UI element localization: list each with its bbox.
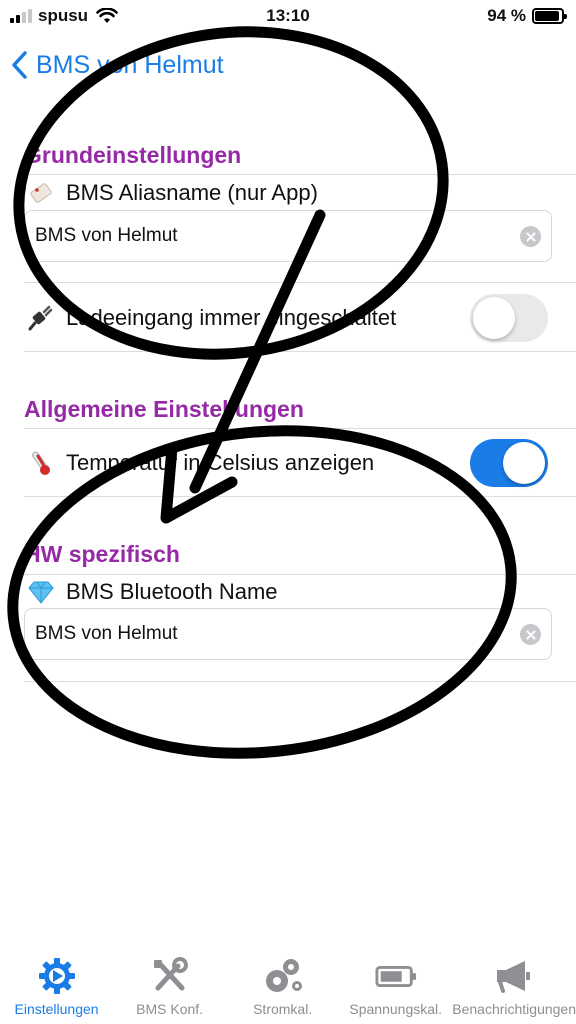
alias-name-label-row: BMS Aliasname (nur App) <box>26 176 318 210</box>
tab-bms-konf[interactable]: BMS Konf. <box>113 945 226 1024</box>
tab-label: BMS Konf. <box>136 1001 204 1017</box>
tab-stromkal[interactable]: Stromkal. <box>226 945 339 1024</box>
plug-icon <box>26 303 56 333</box>
alias-name-field[interactable] <box>24 210 552 262</box>
tag-icon <box>26 178 56 208</box>
clear-bluetooth-name-button[interactable] <box>520 624 541 645</box>
charge-input-row: Ladeeingang immer eingeschaltet <box>26 300 396 336</box>
divider <box>24 681 576 682</box>
close-icon <box>526 232 535 241</box>
divider <box>24 428 576 429</box>
gear-icon <box>36 955 78 997</box>
tab-einstellungen[interactable]: Einstellungen <box>0 945 113 1024</box>
back-button-label: BMS von Helmut <box>36 50 224 79</box>
charge-input-label: Ladeeingang immer eingeschaltet <box>66 305 397 330</box>
section-title-hw: HW spezifisch <box>24 541 180 567</box>
bluetooth-name-input[interactable] <box>35 609 505 659</box>
tab-label: Einstellungen <box>14 1001 99 1017</box>
navigation-bar: BMS von Helmut <box>0 40 576 90</box>
bluetooth-name-field[interactable] <box>24 608 552 660</box>
toggle-knob <box>503 442 545 484</box>
temperature-label: Temperatur in Celsius anzeigen <box>66 450 375 475</box>
tab-spannungskal[interactable]: Spannungskal. <box>339 945 452 1024</box>
chevron-left-icon <box>12 51 27 79</box>
thermometer-icon <box>26 448 56 478</box>
divider <box>24 574 576 575</box>
bluetooth-name-label: BMS Bluetooth Name <box>66 579 278 604</box>
section-title-allgemeine: Allgemeine Einstellungen <box>24 396 304 422</box>
tab-label: Benachrichtigungen <box>452 1001 576 1017</box>
toggle-knob <box>473 297 515 339</box>
tab-benachrichtigungen[interactable]: Benachrichtigungen <box>452 945 576 1024</box>
tab-label: Spannungskal. <box>349 1001 443 1017</box>
bluetooth-name-label-row: BMS Bluetooth Name <box>26 576 278 608</box>
close-icon <box>526 630 535 639</box>
alias-name-label: BMS Aliasname (nur App) <box>66 180 318 205</box>
battery-fill <box>535 11 560 21</box>
section-title-grundeinstellungen: Grundeinstellungen <box>24 142 242 168</box>
divider <box>24 351 576 352</box>
tab-label: Stromkal. <box>253 1001 313 1017</box>
clear-alias-button[interactable] <box>520 226 541 247</box>
battery-icon <box>532 8 567 24</box>
battery-percent: 94 % <box>487 6 526 25</box>
wrench-screwdriver-icon <box>149 955 191 997</box>
divider <box>24 282 576 283</box>
back-button[interactable]: BMS von Helmut <box>10 50 224 80</box>
temperature-toggle[interactable] <box>470 439 548 487</box>
alias-name-input[interactable] <box>35 211 505 261</box>
charge-input-toggle[interactable] <box>470 294 548 342</box>
divider <box>24 496 576 497</box>
diamond-icon <box>26 577 56 607</box>
status-right: 94 % <box>487 6 567 26</box>
megaphone-icon <box>493 955 535 997</box>
gears-icon <box>262 955 304 997</box>
battery-icon <box>375 955 417 997</box>
divider <box>24 174 576 175</box>
temperature-row: Temperatur in Celsius anzeigen <box>26 445 374 481</box>
status-bar: spusu 13:10 94 % <box>0 0 576 34</box>
tab-bar: Einstellungen BMS Konf. Stromkal. Spannu… <box>0 945 576 1024</box>
